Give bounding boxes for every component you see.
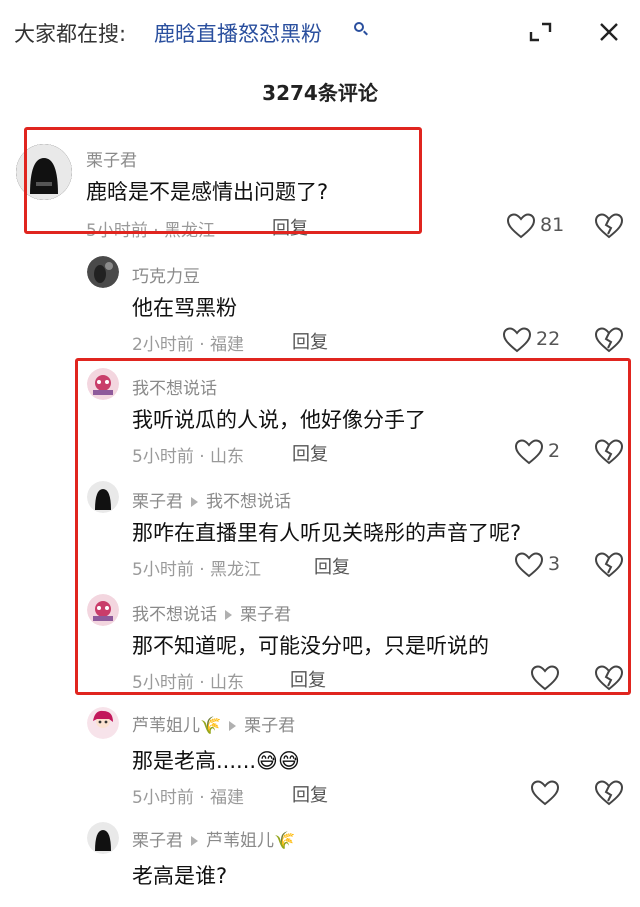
comment-text: 鹿晗是不是感情出问题了?	[86, 180, 329, 204]
comment-count: 3274条评论	[262, 81, 378, 105]
broken-heart-icon[interactable]	[594, 326, 624, 354]
reply-to-arrow-icon	[191, 835, 198, 846]
broken-heart-icon[interactable]	[594, 664, 624, 692]
reply-button[interactable]: 回复	[292, 440, 328, 466]
comment-meta: 5小时前 · 黑龙江	[86, 221, 216, 241]
comment-meta: 5小时前 · 福建	[132, 788, 245, 808]
heart-icon[interactable]	[506, 212, 536, 240]
like-count: 22	[536, 328, 561, 350]
heart-icon[interactable]	[530, 779, 560, 807]
reply-to-arrow-icon	[191, 496, 198, 507]
comment-text: 老高是谁?	[132, 864, 228, 888]
close-icon[interactable]	[586, 12, 632, 52]
broken-heart-icon[interactable]	[594, 551, 624, 579]
search-icon[interactable]	[354, 22, 364, 32]
trending-search-link[interactable]: 鹿晗直播怒怼黑粉	[154, 18, 322, 48]
comment-text: 我听说瓜的人说，他好像分手了	[132, 408, 426, 432]
reply-button[interactable]: 回复	[314, 553, 350, 579]
avatar[interactable]	[87, 368, 119, 400]
comment-text: 他在骂黑粉	[132, 296, 237, 320]
heart-icon[interactable]	[514, 438, 544, 466]
heart-icon[interactable]	[502, 326, 532, 354]
broken-heart-icon[interactable]	[594, 212, 624, 240]
like-count: 2	[548, 440, 561, 462]
comment-item: 我不想说话 栗子君 那不知道呢，可能没分吧，只是听说的 5小时前 · 山东 回复	[0, 590, 640, 695]
avatar[interactable]	[16, 144, 72, 200]
comment-username[interactable]: 我不想说话 栗子君	[132, 600, 291, 625]
reply-button[interactable]: 回复	[292, 781, 328, 807]
avatar[interactable]	[87, 256, 119, 288]
comment-text: 那不知道呢，可能没分吧，只是听说的	[132, 634, 489, 658]
broken-heart-icon[interactable]	[594, 779, 624, 807]
heart-icon[interactable]	[530, 664, 560, 692]
reply-button[interactable]: 回复	[290, 666, 326, 692]
comment-text: 那咋在直播里有人听见关晓彤的声音了呢?	[132, 521, 522, 545]
like-count: 3	[548, 553, 561, 575]
comment-item: 我不想说话 我听说瓜的人说，他好像分手了 5小时前 · 山东 回复 2	[0, 364, 640, 469]
avatar[interactable]	[87, 707, 119, 739]
comment-username[interactable]: 栗子君 我不想说话	[132, 487, 291, 512]
like-count: 81	[540, 214, 565, 236]
comment-meta: 5小时前 · 黑龙江	[132, 560, 262, 580]
avatar[interactable]	[87, 594, 119, 626]
reply-button[interactable]: 回复	[292, 328, 328, 354]
reply-to-arrow-icon	[229, 720, 237, 731]
comment-text: 那是老高......😅😅	[132, 749, 300, 773]
avatar[interactable]	[87, 481, 119, 513]
comment-username[interactable]: 芦苇姐儿🌾 栗子君	[132, 711, 295, 736]
search-prefix: 大家都在搜:	[14, 22, 127, 46]
top-bar: 大家都在搜: 鹿晗直播怒怼黑粉	[0, 0, 640, 64]
expand-icon[interactable]	[518, 12, 564, 52]
comment-item: 栗子君 芦苇姐儿🌾 老高是谁?	[0, 820, 640, 907]
comment-item: 巧克力豆 他在骂黑粉 2小时前 · 福建 回复 22	[0, 252, 640, 357]
comment-username[interactable]: 栗子君 芦苇姐儿🌾	[132, 826, 295, 851]
comment-username[interactable]: 我不想说话	[132, 374, 217, 399]
comment-meta: 2小时前 · 福建	[132, 335, 245, 355]
comment-meta: 5小时前 · 山东	[132, 447, 245, 467]
comment-item: 栗子君 鹿晗是不是感情出问题了? 5小时前 · 黑龙江 回复 81	[0, 130, 640, 241]
reply-to-arrow-icon	[225, 609, 232, 620]
comment-meta: 5小时前 · 山东	[132, 673, 245, 693]
comment-username[interactable]: 巧克力豆	[132, 262, 200, 287]
comment-username[interactable]: 栗子君	[86, 146, 137, 171]
reply-button[interactable]: 回复	[272, 214, 308, 240]
heart-icon[interactable]	[514, 551, 544, 579]
broken-heart-icon[interactable]	[594, 438, 624, 466]
avatar[interactable]	[87, 822, 119, 854]
comment-item: 芦苇姐儿🌾 栗子君 那是老高......😅😅 5小时前 · 福建 回复	[0, 705, 640, 810]
comment-item: 栗子君 我不想说话 那咋在直播里有人听见关晓彤的声音了呢? 5小时前 · 黑龙江 …	[0, 477, 640, 582]
